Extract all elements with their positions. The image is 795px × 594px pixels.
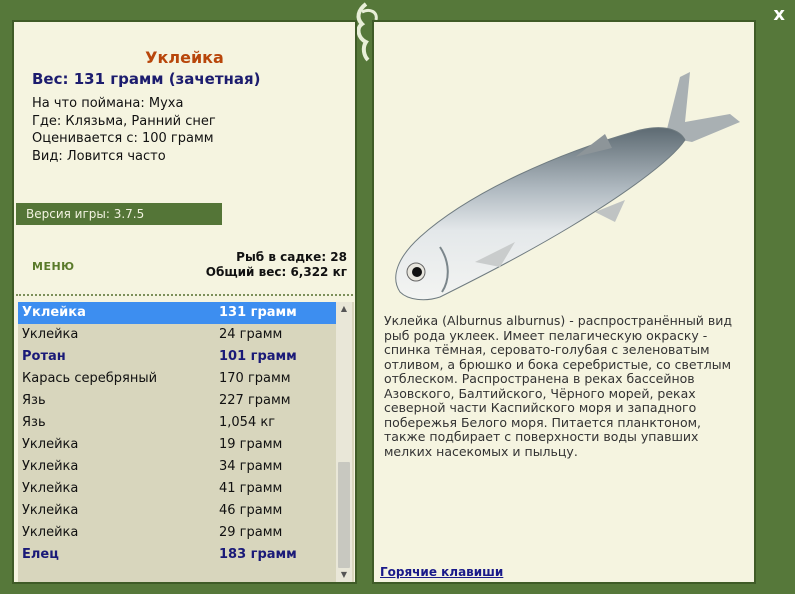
catch-summary: Рыб в садке: 28 Общий вес: 6,322 кг bbox=[206, 250, 347, 280]
list-item[interactable]: Уклейка 34 грамм bbox=[18, 456, 336, 478]
info-min-weight: Оценивается с: 100 грамм bbox=[32, 131, 214, 146]
list-item-name: Уклейка bbox=[22, 327, 79, 342]
list-item-weight: 101 грамм bbox=[219, 349, 297, 364]
list-item-name: Уклейка bbox=[22, 437, 79, 452]
list-item-name: Карась серебряный bbox=[22, 371, 158, 386]
list-item[interactable]: Уклейка 131 грамм bbox=[18, 302, 336, 324]
game-window: x Уклейка Вес: 131 грамм (зачетная) На ч… bbox=[0, 0, 795, 594]
list-item-name: Уклейка bbox=[22, 525, 79, 540]
hotkeys-link[interactable]: Горячие клавиши bbox=[380, 565, 503, 579]
list-item-weight: 29 грамм bbox=[219, 525, 283, 540]
divider bbox=[16, 294, 353, 296]
list-item-name: Уклейка bbox=[22, 503, 79, 518]
fish-description: Уклейка (Alburnus alburnus) - распростра… bbox=[384, 313, 733, 459]
menu-button[interactable]: МЕНЮ bbox=[32, 260, 75, 273]
list-item[interactable]: Уклейка 29 грамм bbox=[18, 522, 336, 544]
total-weight: Общий вес: 6,322 кг bbox=[205, 265, 347, 279]
scroll-down-icon[interactable]: ▼ bbox=[336, 568, 352, 582]
list-item-weight: 46 грамм bbox=[219, 503, 283, 518]
scrollbar[interactable]: ▲ ▼ bbox=[336, 302, 352, 582]
list-item-weight: 1,054 кг bbox=[219, 415, 276, 430]
list-item-weight: 170 грамм bbox=[219, 371, 291, 386]
list-item-weight: 227 грамм bbox=[219, 393, 291, 408]
catch-list[interactable]: Уклейка 131 грамм Уклейка 24 грамм Ротан 101 … bbox=[18, 302, 354, 582]
list-item-name: Елец bbox=[22, 547, 59, 562]
list-item-weight: 19 грамм bbox=[219, 437, 283, 452]
fish-count: Рыб в садке: 28 bbox=[236, 250, 347, 264]
info-bait: На что поймана: Муха bbox=[32, 96, 184, 111]
list-item[interactable]: Уклейка 19 грамм bbox=[18, 434, 336, 456]
fish-detail-panel: Уклейка (Alburnus alburnus) - распростра… bbox=[372, 20, 756, 584]
list-item-name: Язь bbox=[22, 415, 46, 430]
catch-panel: Уклейка Вес: 131 грамм (зачетная) На что… bbox=[12, 20, 357, 584]
fish-image bbox=[395, 72, 740, 301]
list-item[interactable]: Язь 1,054 кг bbox=[18, 412, 336, 434]
list-item-name: Язь bbox=[22, 393, 46, 408]
list-item-weight: 131 грамм bbox=[219, 305, 297, 320]
scroll-up-icon[interactable]: ▲ bbox=[336, 302, 352, 316]
catch-list-rows: Уклейка 131 грамм Уклейка 24 грамм Ротан 101 … bbox=[18, 302, 336, 566]
list-item-weight: 41 грамм bbox=[219, 481, 283, 496]
list-item-weight: 24 грамм bbox=[219, 327, 283, 342]
list-item[interactable]: Язь 227 грамм bbox=[18, 390, 336, 412]
fish-weight: Вес: 131 грамм (зачетная) bbox=[32, 70, 261, 88]
scroll-thumb[interactable] bbox=[338, 462, 350, 568]
version-bar: Версия игры: 3.7.5 bbox=[16, 203, 222, 225]
list-item-name: Уклейка bbox=[22, 459, 79, 474]
list-item[interactable]: Уклейка 24 грамм bbox=[18, 324, 336, 346]
fish-info: На что поймана: Муха Где: Клязьма, Ранни… bbox=[32, 95, 216, 165]
close-button[interactable]: x bbox=[773, 4, 785, 25]
list-item-name: Уклейка bbox=[22, 305, 86, 320]
list-item-weight: 34 грамм bbox=[219, 459, 283, 474]
info-frequency: Вид: Ловится часто bbox=[32, 148, 166, 164]
list-item[interactable]: Елец 183 грамм bbox=[18, 544, 336, 566]
list-item[interactable]: Уклейка 41 грамм bbox=[18, 478, 336, 500]
info-location: Где: Клязьма, Ранний снег bbox=[32, 113, 216, 129]
list-item-weight: 183 грамм bbox=[219, 547, 297, 562]
list-item-name: Ротан bbox=[22, 349, 66, 364]
list-item[interactable]: Ротан 101 грамм bbox=[18, 346, 336, 368]
list-item[interactable]: Карась серебряный 170 грамм bbox=[18, 368, 336, 390]
fish-title: Уклейка bbox=[145, 48, 224, 67]
list-item[interactable]: Уклейка 46 грамм bbox=[18, 500, 336, 522]
list-item-name: Уклейка bbox=[22, 481, 79, 496]
